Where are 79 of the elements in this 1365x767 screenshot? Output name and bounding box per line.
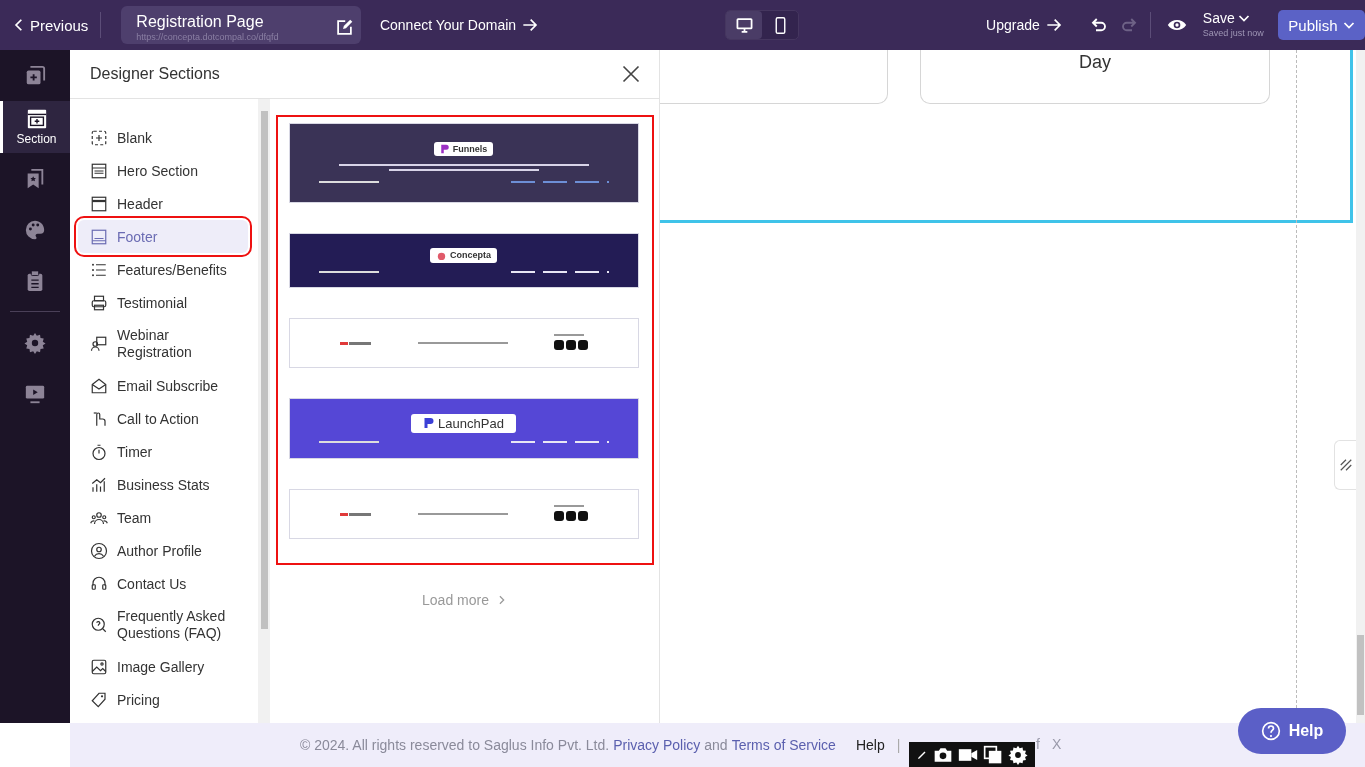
desktop-view-button[interactable] — [726, 11, 763, 39]
layout-icon — [90, 227, 108, 246]
pages-icon — [24, 64, 46, 87]
bar-chart-icon — [90, 475, 108, 494]
page-url: https://concepta.dotcompal.co/dfqfd — [136, 32, 279, 42]
section-category[interactable]: Business Stats — [78, 468, 248, 501]
logo-drawing — [339, 340, 372, 346]
separator: | — [896, 737, 901, 753]
presenter-icon — [90, 335, 108, 353]
upgrade-link[interactable]: Upgrade — [986, 17, 1062, 33]
scrollbar[interactable] — [258, 99, 270, 723]
stopwatch-icon — [90, 442, 108, 461]
page-title: Registration Page — [136, 12, 265, 32]
envelope-icon — [90, 376, 108, 395]
section-category[interactable]: Email Subscribe — [78, 369, 248, 402]
palette-icon — [24, 218, 46, 241]
copyright-text: © 2024. All rights reserved to Saglus Info Pvt. Ltd. — [300, 737, 610, 753]
previous-button[interactable]: Previous — [12, 16, 89, 34]
publish-button[interactable]: Publish — [1277, 10, 1365, 40]
layout-icon — [90, 161, 108, 180]
section-category[interactable]: Features/Benefits — [78, 253, 248, 286]
help-link[interactable]: Help — [855, 737, 885, 753]
content-card: Day — [920, 50, 1270, 104]
resize-icon — [1338, 458, 1353, 472]
section-category[interactable]: Testimonial — [78, 286, 248, 319]
section-category[interactable]: Pricing — [78, 683, 248, 716]
side-handle[interactable] — [1334, 440, 1356, 490]
section-category[interactable]: Image Gallery — [78, 650, 248, 683]
footer-template[interactable]: Funnels — [288, 123, 639, 203]
scrollbar[interactable] — [1356, 50, 1365, 723]
headset-icon — [90, 574, 108, 593]
arrow-right-icon — [1045, 17, 1062, 33]
rail-section-button[interactable]: Section — [0, 101, 70, 153]
price-tag-icon — [90, 690, 108, 709]
monitor-icon — [735, 16, 753, 34]
section-category[interactable]: Hero Section — [78, 154, 248, 187]
logo-drawing — [339, 511, 372, 517]
section-category[interactable]: Blank — [78, 121, 248, 154]
section-category[interactable]: Timer — [78, 435, 248, 468]
person-icon — [90, 541, 108, 560]
section-icon — [25, 108, 48, 130]
footer-template[interactable] — [288, 489, 639, 539]
terms-link[interactable]: Terms of Service — [731, 737, 836, 753]
settings-icon[interactable] — [1008, 744, 1029, 765]
logo-text: LaunchPad — [438, 415, 504, 431]
help-button[interactable]: Help — [1238, 708, 1346, 754]
panel-title: Designer Sections — [90, 65, 220, 83]
footer-template[interactable]: Concepta — [288, 233, 639, 288]
section-category[interactable]: Contact Us — [78, 567, 248, 600]
connect-domain-link[interactable]: Connect Your Domain — [379, 17, 539, 33]
footer-template[interactable] — [288, 318, 639, 368]
footer-text: and — [704, 737, 728, 753]
close-icon[interactable] — [621, 64, 641, 84]
section-category[interactable]: Header — [78, 187, 248, 220]
undo-icon[interactable] — [1089, 16, 1108, 34]
layout-icon — [90, 194, 108, 213]
page-title-field[interactable]: Registration Page https://concepta.dotcompal.co/dfqfd — [121, 6, 361, 44]
save-status: Saved just now — [1202, 26, 1264, 40]
social-icons-drawing — [553, 505, 588, 523]
question-bubble-icon — [90, 616, 108, 634]
save-button[interactable]: Save — [1202, 9, 1264, 26]
arrow-right-icon — [522, 17, 539, 33]
question-icon — [1260, 721, 1281, 741]
logo-text: Concepta — [450, 250, 491, 260]
edit-icon[interactable] — [335, 18, 353, 36]
privacy-policy-link[interactable]: Privacy Policy — [613, 737, 701, 753]
section-category[interactable]: Call to Action — [78, 402, 248, 435]
image-icon — [90, 657, 108, 676]
settings-icon — [24, 331, 46, 354]
printer-icon — [90, 293, 108, 312]
section-category[interactable]: Author Profile — [78, 534, 248, 567]
add-block-icon — [90, 128, 108, 147]
windows-icon[interactable] — [983, 744, 1004, 765]
footer-template[interactable]: LaunchPad — [288, 398, 639, 459]
section-category[interactable]: Team — [78, 501, 248, 534]
social-icons-drawing — [553, 334, 588, 352]
section-category[interactable]: Webinar Registration — [78, 319, 248, 369]
section-category[interactable]: Frequently Asked Questions (FAQ) — [78, 600, 248, 650]
logo-text: Funnels — [452, 144, 488, 154]
